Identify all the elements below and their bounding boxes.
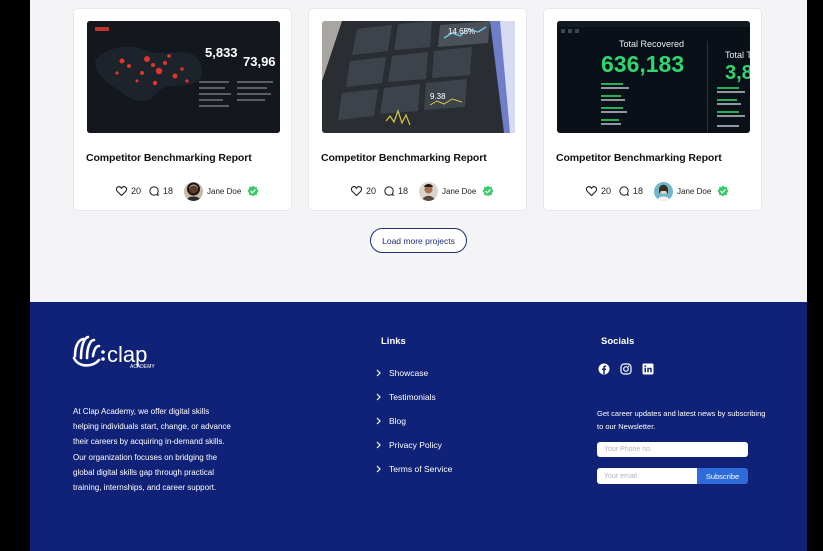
thumbnail-figure: 3,8	[725, 62, 750, 84]
project-title[interactable]: Competitor Benchmarking Report	[86, 152, 252, 164]
linkedin-icon[interactable]	[642, 362, 654, 375]
footer-link-label[interactable]: Terms of Service	[389, 464, 452, 474]
project-meta: 20 18 Jane Doe	[351, 181, 494, 201]
heart-icon[interactable]	[116, 186, 127, 196]
avatar[interactable]	[184, 181, 204, 201]
thumbnail-label: Total Recovered	[619, 39, 684, 49]
heart-icon[interactable]	[351, 186, 362, 196]
author-name[interactable]: Jane Doe	[442, 187, 476, 196]
instagram-icon[interactable]	[620, 362, 632, 375]
clap-academy-logo[interactable]: clap ACADEMY	[72, 334, 167, 370]
chevron-right-icon	[376, 393, 381, 401]
project-meta: 20 18 Jane Doe	[116, 181, 259, 201]
heart-icon[interactable]	[586, 186, 597, 196]
verified-badge-icon	[482, 185, 494, 197]
about-text: At Clap Academy, we offer digital skills…	[73, 407, 231, 493]
thumbnail-figure: 636,183	[601, 51, 684, 77]
like-count: 20	[366, 186, 377, 196]
phone-input[interactable]	[597, 442, 748, 457]
footer-links: Showcase Testimonials Blog Privacy Polic…	[376, 361, 452, 481]
footer-link-showcase[interactable]: Showcase	[376, 361, 452, 385]
footer-link-label[interactable]: Blog	[389, 416, 406, 426]
footer-link-testimonials[interactable]: Testimonials	[376, 385, 452, 409]
thumbnail-figure: 14.65%	[448, 27, 475, 36]
comment-icon[interactable]	[619, 186, 630, 196]
project-thumbnail[interactable]: 5,833 73,96	[87, 21, 280, 133]
thumbnail-figure: 73,96	[243, 54, 276, 69]
project-card[interactable]: Total Recovered 636,183 Total T 3,8 Comp…	[543, 8, 762, 211]
comment-count: 18	[633, 186, 644, 196]
project-title[interactable]: Competitor Benchmarking Report	[321, 152, 487, 164]
project-card[interactable]: 5,833 73,96 Competitor Benchmarking Repo…	[73, 8, 292, 211]
logo-subtitle: ACADEMY	[130, 364, 155, 370]
comment-count: 18	[163, 186, 174, 196]
subscribe-button[interactable]: Subscribe	[697, 468, 748, 484]
author-name[interactable]: Jane Doe	[207, 187, 241, 196]
project-meta: 20 18 Jane Doe	[586, 181, 729, 201]
footer-link-label[interactable]: Testimonials	[389, 392, 436, 402]
newsletter-text: Get career updates and latest news by su…	[597, 409, 766, 431]
footer-link-terms-of-service[interactable]: Terms of Service	[376, 457, 452, 481]
footer-link-label[interactable]: Privacy Policy	[389, 440, 442, 450]
email-input[interactable]	[597, 468, 697, 484]
load-more-button[interactable]: Load more projects	[370, 228, 467, 253]
comment-icon[interactable]	[149, 186, 160, 196]
project-thumbnail[interactable]: Total Recovered 636,183 Total T 3,8	[557, 21, 750, 133]
chevron-right-icon	[376, 441, 381, 449]
like-count: 20	[601, 186, 612, 196]
facebook-icon[interactable]	[598, 362, 610, 375]
social-icons	[598, 362, 654, 375]
chevron-right-icon	[376, 465, 381, 473]
comment-count: 18	[398, 186, 409, 196]
verified-badge-icon	[247, 185, 259, 197]
thumbnail-label: Total T	[725, 50, 750, 60]
footer-link-label[interactable]: Showcase	[389, 368, 428, 378]
avatar[interactable]	[654, 181, 674, 201]
like-count: 20	[131, 186, 142, 196]
links-heading: Links	[381, 336, 406, 347]
project-cards: 5,833 73,96 Competitor Benchmarking Repo…	[73, 8, 762, 211]
chevron-right-icon	[376, 369, 381, 377]
thumbnail-figure: 5,833	[205, 45, 238, 60]
verified-badge-icon	[717, 185, 729, 197]
author-name[interactable]: Jane Doe	[677, 187, 711, 196]
project-title[interactable]: Competitor Benchmarking Report	[556, 152, 722, 164]
chevron-right-icon	[376, 417, 381, 425]
socials-heading: Socials	[601, 336, 635, 347]
project-thumbnail[interactable]: 14.65% 9.38	[322, 21, 515, 133]
site-footer: clap ACADEMY At Clap Academy, we offer d…	[30, 302, 807, 551]
avatar[interactable]	[419, 181, 439, 201]
footer-link-privacy-policy[interactable]: Privacy Policy	[376, 433, 452, 457]
footer-link-blog[interactable]: Blog	[376, 409, 452, 433]
comment-icon[interactable]	[384, 186, 395, 196]
thumbnail-figure: 9.38	[430, 92, 446, 101]
project-card[interactable]: 14.65% 9.38 Competitor Benchmarking Repo…	[308, 8, 527, 211]
